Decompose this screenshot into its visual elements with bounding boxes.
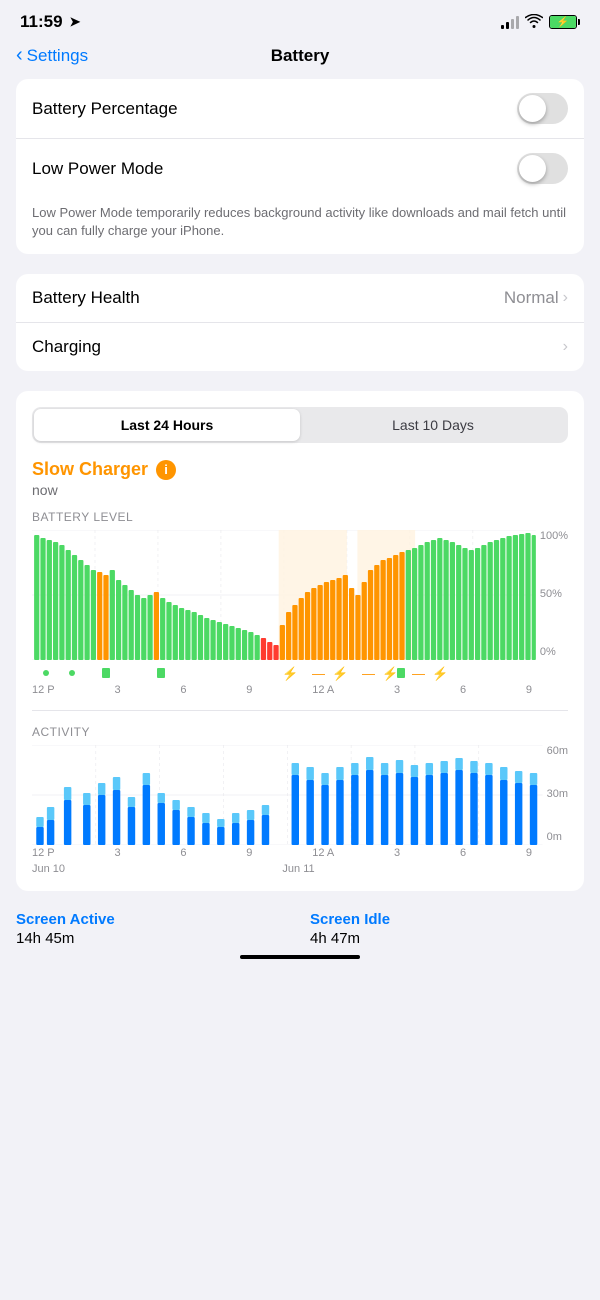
date-jun11: Jun 11 xyxy=(282,863,314,875)
screen-active-value: 14h 45m xyxy=(16,930,290,947)
charger-time: now xyxy=(32,482,568,498)
svg-text:⚡: ⚡ xyxy=(382,666,398,682)
activity-label: ACTIVITY xyxy=(32,725,568,739)
charging-right: › xyxy=(563,338,568,356)
info-icon[interactable]: i xyxy=(156,460,176,480)
svg-text:⚡: ⚡ xyxy=(432,666,448,682)
signal-bar-1 xyxy=(501,25,504,29)
charging-indicators-svg: ⚡ — ⚡ — ⚡ — ⚡ xyxy=(32,664,532,682)
battery-outline: ⚡ xyxy=(549,15,577,29)
x-label-3: 3 xyxy=(114,684,120,696)
battery-tip xyxy=(578,19,580,25)
back-chevron-icon: ‹ xyxy=(16,44,23,67)
battery-chart-wrapper: 100% 50% 0% xyxy=(32,530,568,660)
signal-bar-4 xyxy=(516,16,519,29)
battery-health-value: Normal xyxy=(504,288,559,308)
settings-section-1: Battery Percentage Low Power Mode Low Po… xyxy=(16,79,584,254)
x-label-6a: 6 xyxy=(460,684,466,696)
low-power-helper-text: Low Power Mode temporarily reduces backg… xyxy=(16,198,584,254)
date-labels: Jun 10 Jun 11 xyxy=(32,863,568,875)
home-indicator xyxy=(240,955,360,959)
screen-active-stat: Screen Active 14h 45m xyxy=(16,911,290,947)
svg-text:⚡: ⚡ xyxy=(332,666,348,682)
date-jun10: Jun 10 xyxy=(32,863,65,875)
act-x-label-3: 3 xyxy=(114,847,120,859)
location-icon: ➤ xyxy=(70,14,81,30)
signal-bars xyxy=(501,15,519,29)
x-label-6: 6 xyxy=(180,684,186,696)
battery-level-label: BATTERY LEVEL xyxy=(32,510,568,524)
x-label-12p: 12 P xyxy=(32,684,55,696)
screen-idle-value: 4h 47m xyxy=(310,930,584,947)
charging-indicators: ⚡ — ⚡ — ⚡ — ⚡ xyxy=(32,664,568,682)
low-power-mode-label: Low Power Mode xyxy=(32,159,163,179)
charging-row[interactable]: Charging › xyxy=(16,323,584,371)
act-x-label-6a: 6 xyxy=(460,847,466,859)
low-power-mode-row: Low Power Mode xyxy=(16,139,584,198)
activity-x-labels: 12 P 3 6 9 12 A 3 6 9 xyxy=(32,847,568,859)
status-bar: 11:59 ➤ ⚡ xyxy=(0,0,600,40)
battery-lightning: ⚡ xyxy=(557,17,569,28)
activity-y-labels: 60m 30m 0m xyxy=(547,745,568,845)
activity-chart-wrapper: 60m 30m 0m xyxy=(32,745,568,845)
slow-charger-row: Slow Charger i xyxy=(32,459,568,480)
x-label-3a: 3 xyxy=(394,684,400,696)
slow-charger-label: Slow Charger xyxy=(32,459,148,480)
battery-percentage-label: Battery Percentage xyxy=(32,99,178,119)
act-x-label-9a: 9 xyxy=(526,847,532,859)
battery-chart-svg xyxy=(32,530,536,660)
battery-health-label: Battery Health xyxy=(32,288,140,308)
chart-separator xyxy=(32,710,568,711)
battery-x-labels: 12 P 3 6 9 12 A 3 6 9 xyxy=(32,684,568,696)
screen-active-title: Screen Active xyxy=(16,911,290,928)
page-title: Battery xyxy=(271,46,330,66)
svg-text:—: — xyxy=(312,666,325,681)
activity-chart-svg xyxy=(32,745,543,845)
battery-y-labels: 100% 50% 0% xyxy=(540,530,568,660)
bottom-stats: Screen Active 14h 45m Screen Idle 4h 47m xyxy=(0,911,600,947)
act-x-label-9: 9 xyxy=(246,847,252,859)
x-label-12a: 12 A xyxy=(312,684,334,696)
screen-idle-title: Screen Idle xyxy=(310,911,584,928)
settings-section-2: Battery Health Normal › Charging › xyxy=(16,274,584,371)
battery-chart-area xyxy=(32,530,536,660)
act-x-label-6: 6 xyxy=(180,847,186,859)
battery-health-row[interactable]: Battery Health Normal › xyxy=(16,274,584,323)
tab-10-days[interactable]: Last 10 Days xyxy=(300,409,566,441)
nav-bar: ‹ Settings Battery xyxy=(0,40,600,79)
x-label-9: 9 xyxy=(246,684,252,696)
battery-fill: ⚡ xyxy=(550,16,576,28)
svg-text:—: — xyxy=(362,666,375,681)
back-label: Settings xyxy=(27,46,88,66)
battery-container: ⚡ xyxy=(549,15,580,29)
chart-section: Last 24 Hours Last 10 Days Slow Charger … xyxy=(16,391,584,891)
status-icons: ⚡ xyxy=(501,14,580,31)
status-time: 11:59 ➤ xyxy=(20,12,80,32)
signal-bar-2 xyxy=(506,22,509,29)
screen-idle-stat: Screen Idle 4h 47m xyxy=(310,911,584,947)
battery-health-chevron: › xyxy=(563,289,568,307)
back-button[interactable]: ‹ Settings xyxy=(16,44,88,67)
x-label-9a: 9 xyxy=(526,684,532,696)
battery-percentage-toggle[interactable] xyxy=(517,93,568,124)
svg-text:⚡: ⚡ xyxy=(282,666,298,682)
time-range-tabs: Last 24 Hours Last 10 Days xyxy=(32,407,568,443)
act-x-label-12p: 12 P xyxy=(32,847,55,859)
tab-24-hours[interactable]: Last 24 Hours xyxy=(34,409,300,441)
wifi-icon xyxy=(525,14,543,31)
charging-chevron: › xyxy=(563,338,568,356)
battery-percentage-row: Battery Percentage xyxy=(16,79,584,139)
act-x-label-12a: 12 A xyxy=(312,847,334,859)
signal-bar-3 xyxy=(511,19,514,29)
svg-text:—: — xyxy=(412,666,425,681)
act-x-label-3a: 3 xyxy=(394,847,400,859)
activity-chart-area xyxy=(32,745,543,845)
charging-label: Charging xyxy=(32,337,101,357)
battery-health-right: Normal › xyxy=(504,288,568,308)
low-power-mode-toggle[interactable] xyxy=(517,153,568,184)
